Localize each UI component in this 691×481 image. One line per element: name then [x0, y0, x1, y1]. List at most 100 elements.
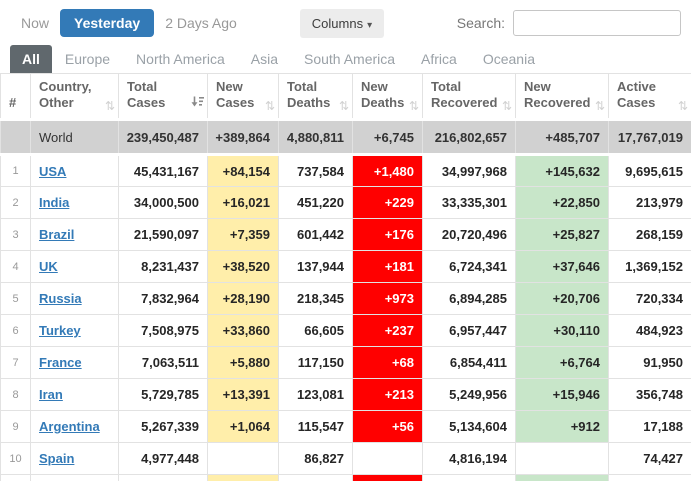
- sort-both-icon: ⇅: [409, 100, 419, 112]
- table-row: 5Russia7,832,964+28,190218,345+9736,894,…: [1, 283, 691, 315]
- total-cases-cell: 45,431,167: [119, 155, 208, 187]
- table-row: 9Argentina5,267,339+1,064115,547+565,134…: [1, 411, 691, 443]
- search-input[interactable]: [513, 10, 681, 36]
- country-cell: UK: [31, 251, 119, 283]
- active-cases-cell: 74,427: [609, 443, 691, 475]
- search-container: Search:: [457, 10, 681, 36]
- tab-africa[interactable]: Africa: [408, 45, 470, 73]
- total-recovered-cell: 6,894,285: [423, 283, 516, 315]
- rank-cell: 9: [1, 411, 31, 443]
- total-recovered-cell: 5,249,956: [423, 379, 516, 411]
- col-header-new-cases[interactable]: New Cases⇅: [208, 74, 279, 120]
- covid-stats-page: NowYesterday2 Days Ago Columns▾ Search: …: [0, 0, 691, 481]
- tab-asia[interactable]: Asia: [238, 45, 291, 73]
- new-cases-cell: [208, 475, 279, 481]
- world-label-cell: World: [31, 120, 119, 155]
- tab-south-america[interactable]: South America: [291, 45, 408, 73]
- col-header-label: #: [9, 95, 16, 110]
- rank-cell: 4: [1, 251, 31, 283]
- new-recovered-cell: +20,706: [516, 283, 609, 315]
- new-recovered-cell: +912: [516, 411, 609, 443]
- new-recovered-cell: +145,632: [516, 155, 609, 187]
- total-deaths-cell: [279, 475, 353, 481]
- total-cases-cell: 7,508,975: [119, 315, 208, 347]
- new-deaths-cell: +56: [353, 411, 423, 443]
- total-recovered-cell: [423, 475, 516, 481]
- table-row: 3Brazil21,590,097+7,359601,442+17620,720…: [1, 219, 691, 251]
- total-cases-cell: 7,063,511: [119, 347, 208, 379]
- country-link[interactable]: UK: [39, 259, 58, 274]
- country-cell: Russia: [31, 283, 119, 315]
- new-cases-cell: +28,190: [208, 283, 279, 315]
- tab-oceania[interactable]: Oceania: [470, 45, 548, 73]
- country-link[interactable]: Brazil: [39, 227, 74, 242]
- table-row: [1, 475, 691, 481]
- col-header-label: Total Deaths: [287, 79, 330, 110]
- total-recovered-cell: 6,724,341: [423, 251, 516, 283]
- time-filter-now[interactable]: Now: [10, 10, 60, 36]
- table-header-row: #Country, Other⇅Total CasesNew Cases⇅Tot…: [1, 74, 691, 120]
- world-summary-row: World239,450,487+389,8644,880,811+6,7452…: [1, 120, 691, 155]
- country-link[interactable]: Russia: [39, 291, 82, 306]
- sort-descending-icon: [191, 95, 204, 111]
- total-deaths-cell: 123,081: [279, 379, 353, 411]
- country-cell: Turkey: [31, 315, 119, 347]
- total-deaths-cell: 66,605: [279, 315, 353, 347]
- columns-dropdown-button[interactable]: Columns▾: [300, 9, 384, 38]
- columns-dropdown-label: Columns: [312, 16, 363, 31]
- col-header-total-recovered[interactable]: Total Recovered⇅: [423, 74, 516, 120]
- new-deaths-cell: +237: [353, 315, 423, 347]
- col-header-active-cases[interactable]: Active Cases⇅: [609, 74, 691, 120]
- total-cases-cell: 8,231,437: [119, 251, 208, 283]
- col-header-country-other[interactable]: Country, Other⇅: [31, 74, 119, 120]
- new-deaths-cell: [353, 475, 423, 481]
- sort-both-icon: ⇅: [595, 100, 605, 112]
- table-row: 4UK8,231,437+38,520137,944+1816,724,341+…: [1, 251, 691, 283]
- tab-north-america[interactable]: North America: [123, 45, 238, 73]
- new-deaths-cell: +6,745: [353, 120, 423, 155]
- col-header-label: Total Recovered: [431, 79, 497, 110]
- new-cases-cell: +84,154: [208, 155, 279, 187]
- country-link[interactable]: Turkey: [39, 323, 81, 338]
- country-cell: Iran: [31, 379, 119, 411]
- country-link[interactable]: USA: [39, 164, 66, 179]
- total-cases-cell: 5,267,339: [119, 411, 208, 443]
- country-link[interactable]: France: [39, 355, 82, 370]
- total-recovered-cell: 33,335,301: [423, 187, 516, 219]
- active-cases-cell: 1,369,152: [609, 251, 691, 283]
- col-header-label: New Recovered: [524, 79, 590, 110]
- col-header-blank[interactable]: #: [1, 74, 31, 120]
- new-cases-cell: +5,880: [208, 347, 279, 379]
- country-link[interactable]: Iran: [39, 387, 63, 402]
- tab-all[interactable]: All: [10, 45, 52, 73]
- total-recovered-cell: 6,854,411: [423, 347, 516, 379]
- new-deaths-cell: +973: [353, 283, 423, 315]
- total-cases-cell: 4,977,448: [119, 443, 208, 475]
- new-deaths-cell: [353, 443, 423, 475]
- continent-tabs: AllEuropeNorth AmericaAsiaSouth AmericaA…: [0, 38, 691, 73]
- country-link[interactable]: Spain: [39, 451, 74, 466]
- search-label: Search:: [457, 15, 505, 31]
- new-deaths-cell: +229: [353, 187, 423, 219]
- rank-cell: 7: [1, 347, 31, 379]
- rank-cell: 6: [1, 315, 31, 347]
- time-filter-2-days-ago[interactable]: 2 Days Ago: [154, 10, 248, 36]
- time-filter-yesterday[interactable]: Yesterday: [60, 9, 154, 37]
- col-header-total-cases[interactable]: Total Cases: [119, 74, 208, 120]
- country-cell: France: [31, 347, 119, 379]
- total-recovered-cell: 6,957,447: [423, 315, 516, 347]
- sort-both-icon: ⇅: [339, 100, 349, 112]
- country-link[interactable]: Argentina: [39, 419, 100, 434]
- col-header-total-deaths[interactable]: Total Deaths ⇅: [279, 74, 353, 120]
- new-cases-cell: +33,860: [208, 315, 279, 347]
- active-cases-cell: [609, 475, 691, 481]
- new-recovered-cell: +485,707: [516, 120, 609, 155]
- active-cases-cell: 17,188: [609, 411, 691, 443]
- country-link[interactable]: India: [39, 195, 69, 210]
- total-recovered-cell: 34,997,968: [423, 155, 516, 187]
- col-header-new-recovered[interactable]: New Recovered ⇅: [516, 74, 609, 120]
- tab-europe[interactable]: Europe: [52, 45, 123, 73]
- col-header-new-deaths[interactable]: New Deaths⇅: [353, 74, 423, 120]
- covid-stats-table: #Country, Other⇅Total CasesNew Cases⇅Tot…: [0, 73, 691, 481]
- active-cases-cell: 268,159: [609, 219, 691, 251]
